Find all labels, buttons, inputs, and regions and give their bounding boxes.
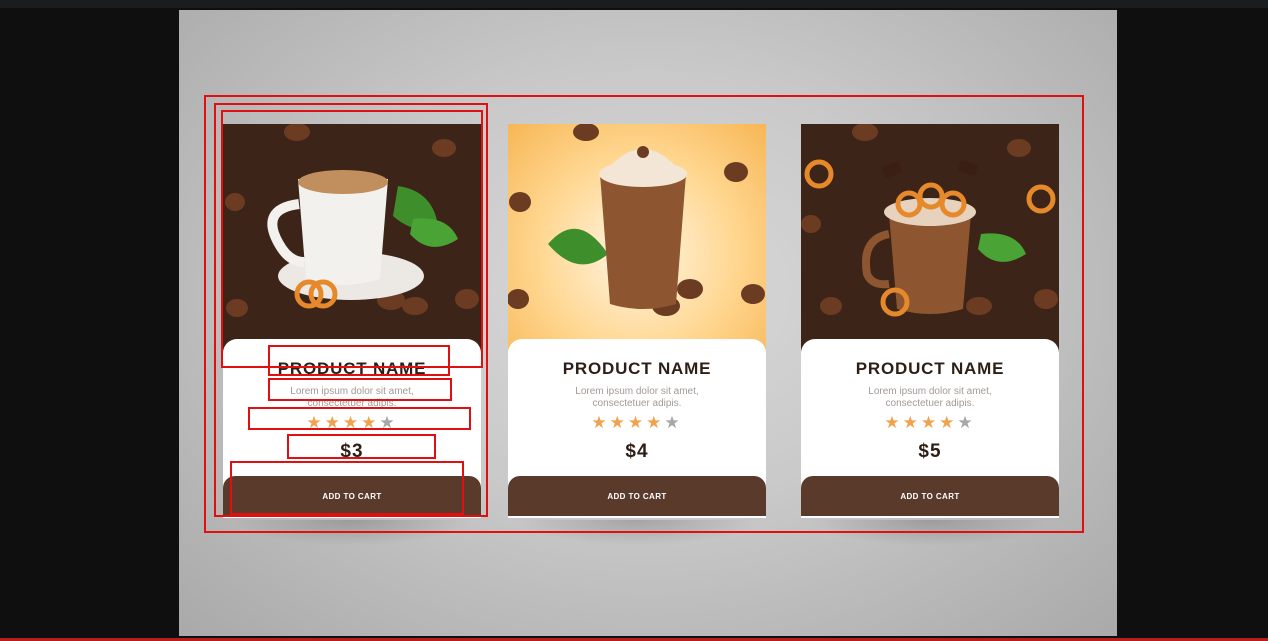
star-icon: ★ — [939, 413, 958, 432]
star-icon: ★ — [379, 413, 398, 432]
product-description: Lorem ipsum dolor sit amet, consectetuer… — [290, 386, 414, 409]
star-icon: ★ — [957, 413, 976, 432]
star-icon: ★ — [591, 413, 610, 432]
product-price: $4 — [625, 441, 649, 462]
star-icon: ★ — [920, 413, 940, 432]
add-to-cart-button[interactable]: ADD TO CART — [801, 476, 1059, 516]
star-icon: ★ — [627, 413, 647, 432]
product-price: $5 — [918, 441, 942, 462]
star-rating: ★★★★★ — [508, 413, 766, 433]
product-card-2: PRODUCT NAME Lorem ipsum dolor sit amet,… — [508, 124, 766, 546]
product-name: PRODUCT NAME — [562, 359, 712, 378]
top-bar — [0, 0, 1268, 8]
card-shadow — [516, 520, 758, 546]
card-shadow — [809, 520, 1051, 546]
product-price: $3 — [340, 441, 364, 462]
add-to-cart-button[interactable]: ADD TO CART — [508, 476, 766, 516]
product-name: PRODUCT NAME — [277, 359, 427, 378]
product-description: Lorem ipsum dolor sit amet, consectetuer… — [868, 386, 992, 409]
star-icon: ★ — [324, 413, 343, 432]
star-icon: ★ — [306, 413, 325, 432]
iced-mocha-glass-icon — [508, 124, 766, 360]
coffee-cup-icon — [223, 124, 481, 360]
star-icon: ★ — [646, 413, 665, 432]
star-icon: ★ — [664, 413, 683, 432]
star-rating: ★★★★★ — [223, 413, 481, 433]
star-icon: ★ — [361, 413, 380, 432]
product-showcase: PRODUCT NAME Lorem ipsum dolor sit amet,… — [179, 10, 1117, 636]
star-icon: ★ — [884, 413, 903, 432]
star-icon: ★ — [342, 413, 362, 432]
card-shadow — [231, 520, 473, 546]
star-icon: ★ — [609, 413, 628, 432]
star-icon: ★ — [902, 413, 921, 432]
star-rating: ★★★★★ — [801, 413, 1059, 433]
product-card-1: PRODUCT NAME Lorem ipsum dolor sit amet,… — [223, 124, 481, 546]
add-to-cart-button[interactable]: ADD TO CART — [223, 476, 481, 516]
product-card-3: PRODUCT NAME Lorem ipsum dolor sit amet,… — [801, 124, 1059, 546]
pretzel-milkshake-jar-icon — [801, 124, 1059, 360]
product-name: PRODUCT NAME — [855, 359, 1005, 378]
product-description: Lorem ipsum dolor sit amet, consectetuer… — [575, 386, 699, 409]
